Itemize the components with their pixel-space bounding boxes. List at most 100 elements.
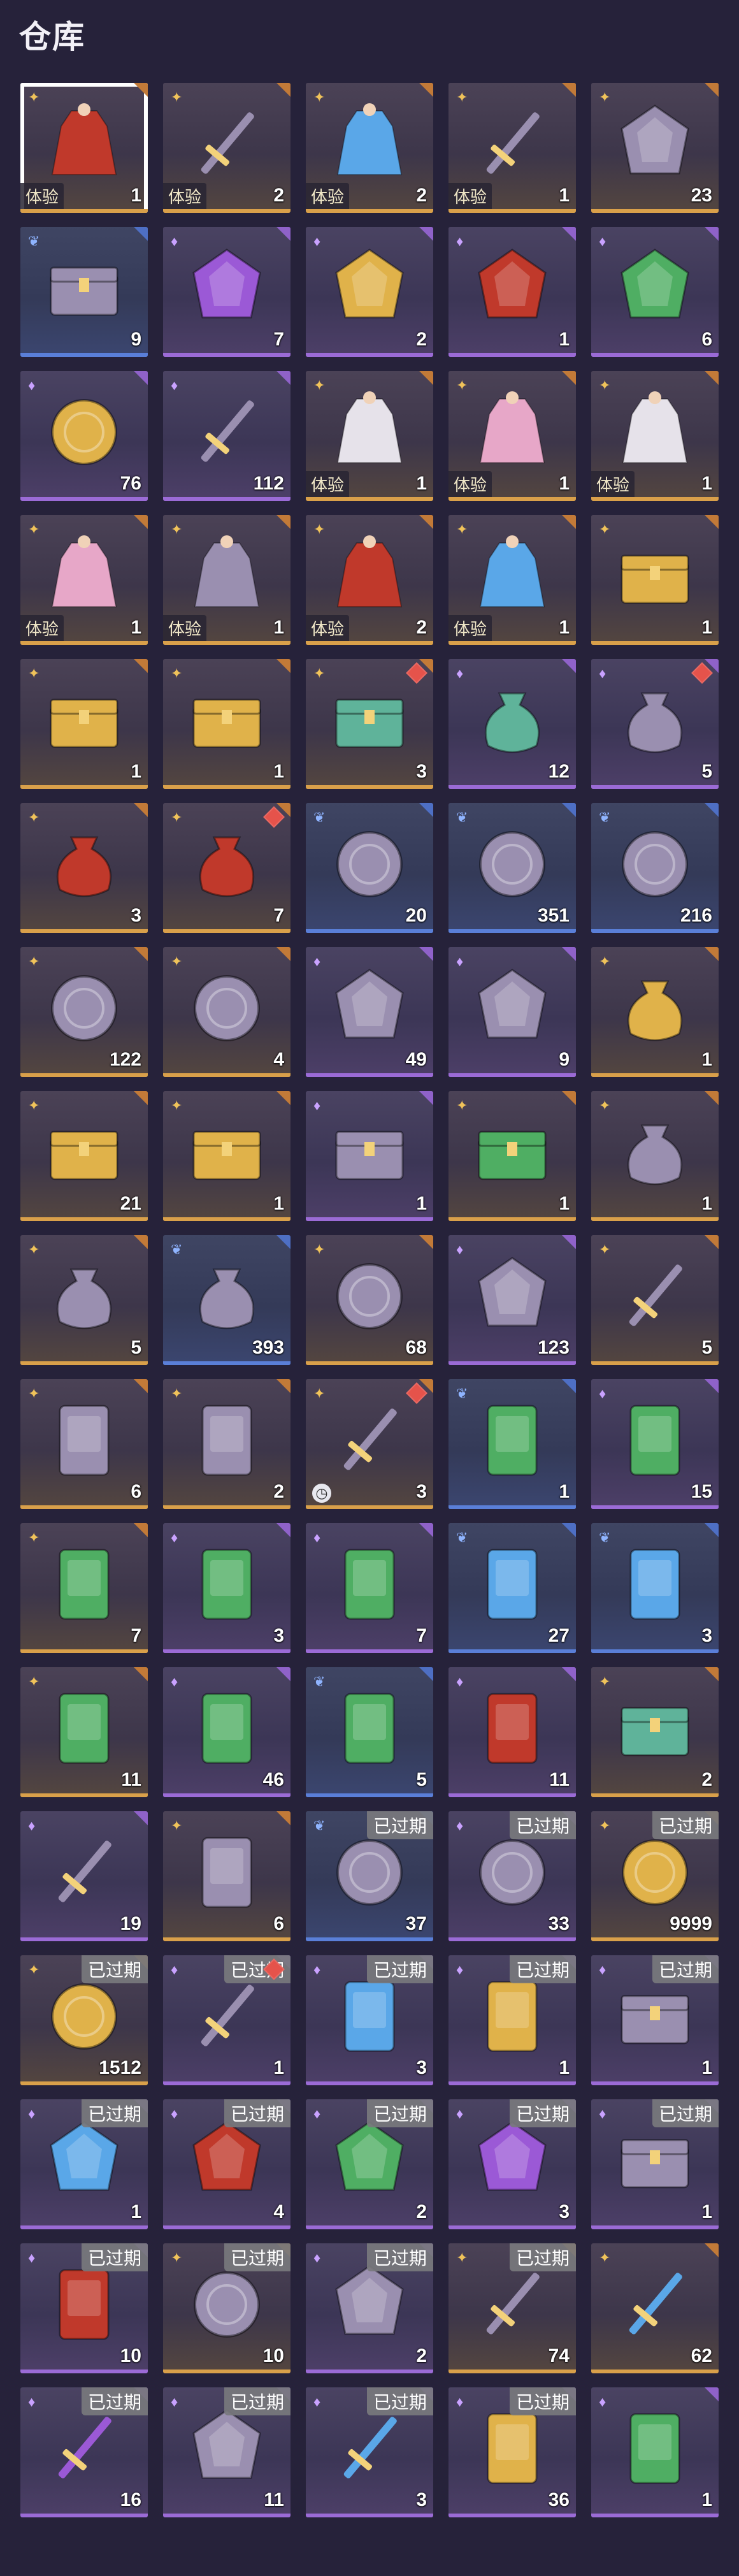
item-count: 11 — [121, 1769, 141, 1790]
lantern-charm-icon — [181, 2403, 273, 2494]
inventory-slot[interactable]: ❦ 351 — [448, 803, 576, 933]
rarity-corner — [276, 659, 291, 673]
inventory-slot[interactable]: ✦ 1 — [163, 1091, 291, 1221]
inventory-slot[interactable]: ✦ 23 — [591, 83, 719, 213]
expired-badge: 已过期 — [366, 1811, 433, 1839]
inventory-slot[interactable]: ❦ 1 — [448, 1379, 576, 1509]
inventory-slot[interactable]: ♦ 已过期 1 — [20, 2099, 148, 2229]
inventory-slot[interactable]: ✦ 5 — [591, 1235, 719, 1365]
inventory-slot[interactable]: ✦ ◷ 3 — [306, 1379, 433, 1509]
inventory-slot[interactable]: ✦ 5 — [20, 1235, 148, 1365]
inventory-slot[interactable]: ✦ 11 — [20, 1667, 148, 1797]
gold-chest-icon — [38, 1106, 130, 1198]
inventory-slot[interactable]: ✦ 6 — [20, 1379, 148, 1509]
inventory-slot[interactable]: ✦ 体验 1 — [448, 83, 576, 213]
inventory-slot[interactable]: ♦ 46 — [163, 1667, 291, 1797]
inventory-slot[interactable]: ♦ 15 — [591, 1379, 719, 1509]
inventory-slot[interactable]: ✦ 已过期 10 — [163, 2243, 291, 2373]
inventory-slot[interactable]: ♦ 已过期 2 — [306, 2243, 433, 2373]
inventory-slot[interactable]: ♦ 11 — [448, 1667, 576, 1797]
inventory-slot[interactable]: ♦ 已过期 1 — [591, 1955, 719, 2085]
rarity-corner — [134, 83, 148, 97]
inventory-slot[interactable]: ♦ 已过期 4 — [163, 2099, 291, 2229]
inventory-slot[interactable]: ❦ 216 — [591, 803, 719, 933]
inventory-slot[interactable]: ❦ 20 — [306, 803, 433, 933]
inventory-slot[interactable]: ✦ 3 — [306, 659, 433, 789]
inventory-slot[interactable]: ♦ 2 — [306, 227, 433, 357]
inventory-slot[interactable]: ✦ 6 — [163, 1811, 291, 1941]
item-count: 20 — [405, 905, 427, 926]
inventory-slot[interactable]: ✦ 122 — [20, 947, 148, 1077]
inventory-slot[interactable]: ♦ 7 — [306, 1523, 433, 1653]
inventory-slot[interactable]: ♦ 已过期 33 — [448, 1811, 576, 1941]
inventory-slot[interactable]: ♦ 49 — [306, 947, 433, 1077]
inventory-slot[interactable]: ✦ 体验 2 — [306, 515, 433, 645]
inventory-slot[interactable]: ✦ 7 — [163, 803, 291, 933]
inventory-slot[interactable]: ♦ 1 — [591, 2387, 719, 2517]
inventory-slot[interactable]: ✦ 体验 1 — [591, 371, 719, 501]
inventory-slot[interactable]: ✦ 3 — [20, 803, 148, 933]
purple-rarity-icon: ♦ — [599, 233, 606, 249]
inventory-slot[interactable]: ♦ 已过期 1 — [163, 1955, 291, 2085]
inventory-slot[interactable]: ♦ 76 — [20, 371, 148, 501]
inventory-slot[interactable]: ♦ 3 — [163, 1523, 291, 1653]
inventory-slot[interactable]: ✦ 1 — [591, 515, 719, 645]
inventory-slot[interactable]: ♦ 112 — [163, 371, 291, 501]
rarity-bar — [306, 1361, 433, 1365]
inventory-slot[interactable]: ✦ 体验 2 — [163, 83, 291, 213]
item-count: 3 — [416, 2489, 427, 2510]
inventory-slot[interactable]: ✦ 体验 1 — [163, 515, 291, 645]
inventory-slot[interactable]: ♦ 6 — [591, 227, 719, 357]
inventory-slot[interactable]: ✦ 1 — [591, 1091, 719, 1221]
inventory-slot[interactable]: ✦ 1 — [448, 1091, 576, 1221]
inventory-slot[interactable]: ✦ 体验 1 — [306, 371, 433, 501]
inventory-slot[interactable]: ✦ 已过期 1512 — [20, 1955, 148, 2085]
inventory-slot[interactable]: ♦ 已过期 3 — [448, 2099, 576, 2229]
inventory-slot[interactable]: ♦ 已过期 1 — [591, 2099, 719, 2229]
inventory-slot[interactable]: ✦ 已过期 9999 — [591, 1811, 719, 1941]
inventory-slot[interactable]: ❦ 27 — [448, 1523, 576, 1653]
inventory-slot[interactable]: ♦ 已过期 36 — [448, 2387, 576, 2517]
inventory-slot[interactable]: ♦ 7 — [163, 227, 291, 357]
inventory-slot[interactable]: ✦ 62 — [591, 2243, 719, 2373]
inventory-slot[interactable]: ♦ 已过期 3 — [306, 1955, 433, 2085]
inventory-slot[interactable]: ♦ 12 — [448, 659, 576, 789]
inventory-slot[interactable]: ❦ 3 — [591, 1523, 719, 1653]
inventory-slot[interactable]: ♦ 5 — [591, 659, 719, 789]
inventory-slot[interactable]: ✦ 体验 1 — [20, 83, 148, 213]
inventory-slot[interactable]: ✦ 体验 2 — [306, 83, 433, 213]
inventory-slot[interactable]: ♦ 已过期 3 — [306, 2387, 433, 2517]
inventory-slot[interactable]: ✦ 1 — [591, 947, 719, 1077]
blue-robe-icon — [466, 530, 558, 622]
inventory-slot[interactable]: ♦ 19 — [20, 1811, 148, 1941]
inventory-slot[interactable]: ✦ 68 — [306, 1235, 433, 1365]
inventory-slot[interactable]: ✦ 体验 1 — [448, 515, 576, 645]
inventory-slot[interactable]: ✦ 体验 1 — [448, 371, 576, 501]
inventory-slot[interactable]: ✦ 7 — [20, 1523, 148, 1653]
inventory-slot[interactable]: ❦ 9 — [20, 227, 148, 357]
inventory-slot[interactable]: ✦ 2 — [163, 1379, 291, 1509]
inventory-slot[interactable]: ♦ 已过期 10 — [20, 2243, 148, 2373]
inventory-slot[interactable]: ✦ 21 — [20, 1091, 148, 1221]
inventory-slot[interactable]: ✦ 1 — [163, 659, 291, 789]
inventory-slot[interactable]: ❦ 393 — [163, 1235, 291, 1365]
inventory-slot[interactable]: ✦ 2 — [591, 1667, 719, 1797]
inventory-slot[interactable]: ✦ 1 — [20, 659, 148, 789]
trial-tag: 体验 — [163, 615, 207, 641]
inventory-slot[interactable]: ❦ 已过期 37 — [306, 1811, 433, 1941]
inventory-slot[interactable]: ♦ 1 — [306, 1091, 433, 1221]
rarity-corner — [562, 1379, 576, 1393]
gold-paper-icon — [466, 1971, 558, 2062]
inventory-slot[interactable]: ♦ 已过期 2 — [306, 2099, 433, 2229]
inventory-slot[interactable]: ✦ 体验 1 — [20, 515, 148, 645]
inventory-slot[interactable]: ♦ 已过期 1 — [448, 1955, 576, 2085]
inventory-slot[interactable]: ♦ 已过期 11 — [163, 2387, 291, 2517]
gift-box-icon — [324, 1106, 415, 1198]
inventory-slot[interactable]: ♦ 已过期 16 — [20, 2387, 148, 2517]
inventory-slot[interactable]: ✦ 4 — [163, 947, 291, 1077]
inventory-slot[interactable]: ♦ 1 — [448, 227, 576, 357]
inventory-slot[interactable]: ♦ 123 — [448, 1235, 576, 1365]
inventory-slot[interactable]: ♦ 9 — [448, 947, 576, 1077]
inventory-slot[interactable]: ✦ 已过期 74 — [448, 2243, 576, 2373]
inventory-slot[interactable]: ❦ 5 — [306, 1667, 433, 1797]
